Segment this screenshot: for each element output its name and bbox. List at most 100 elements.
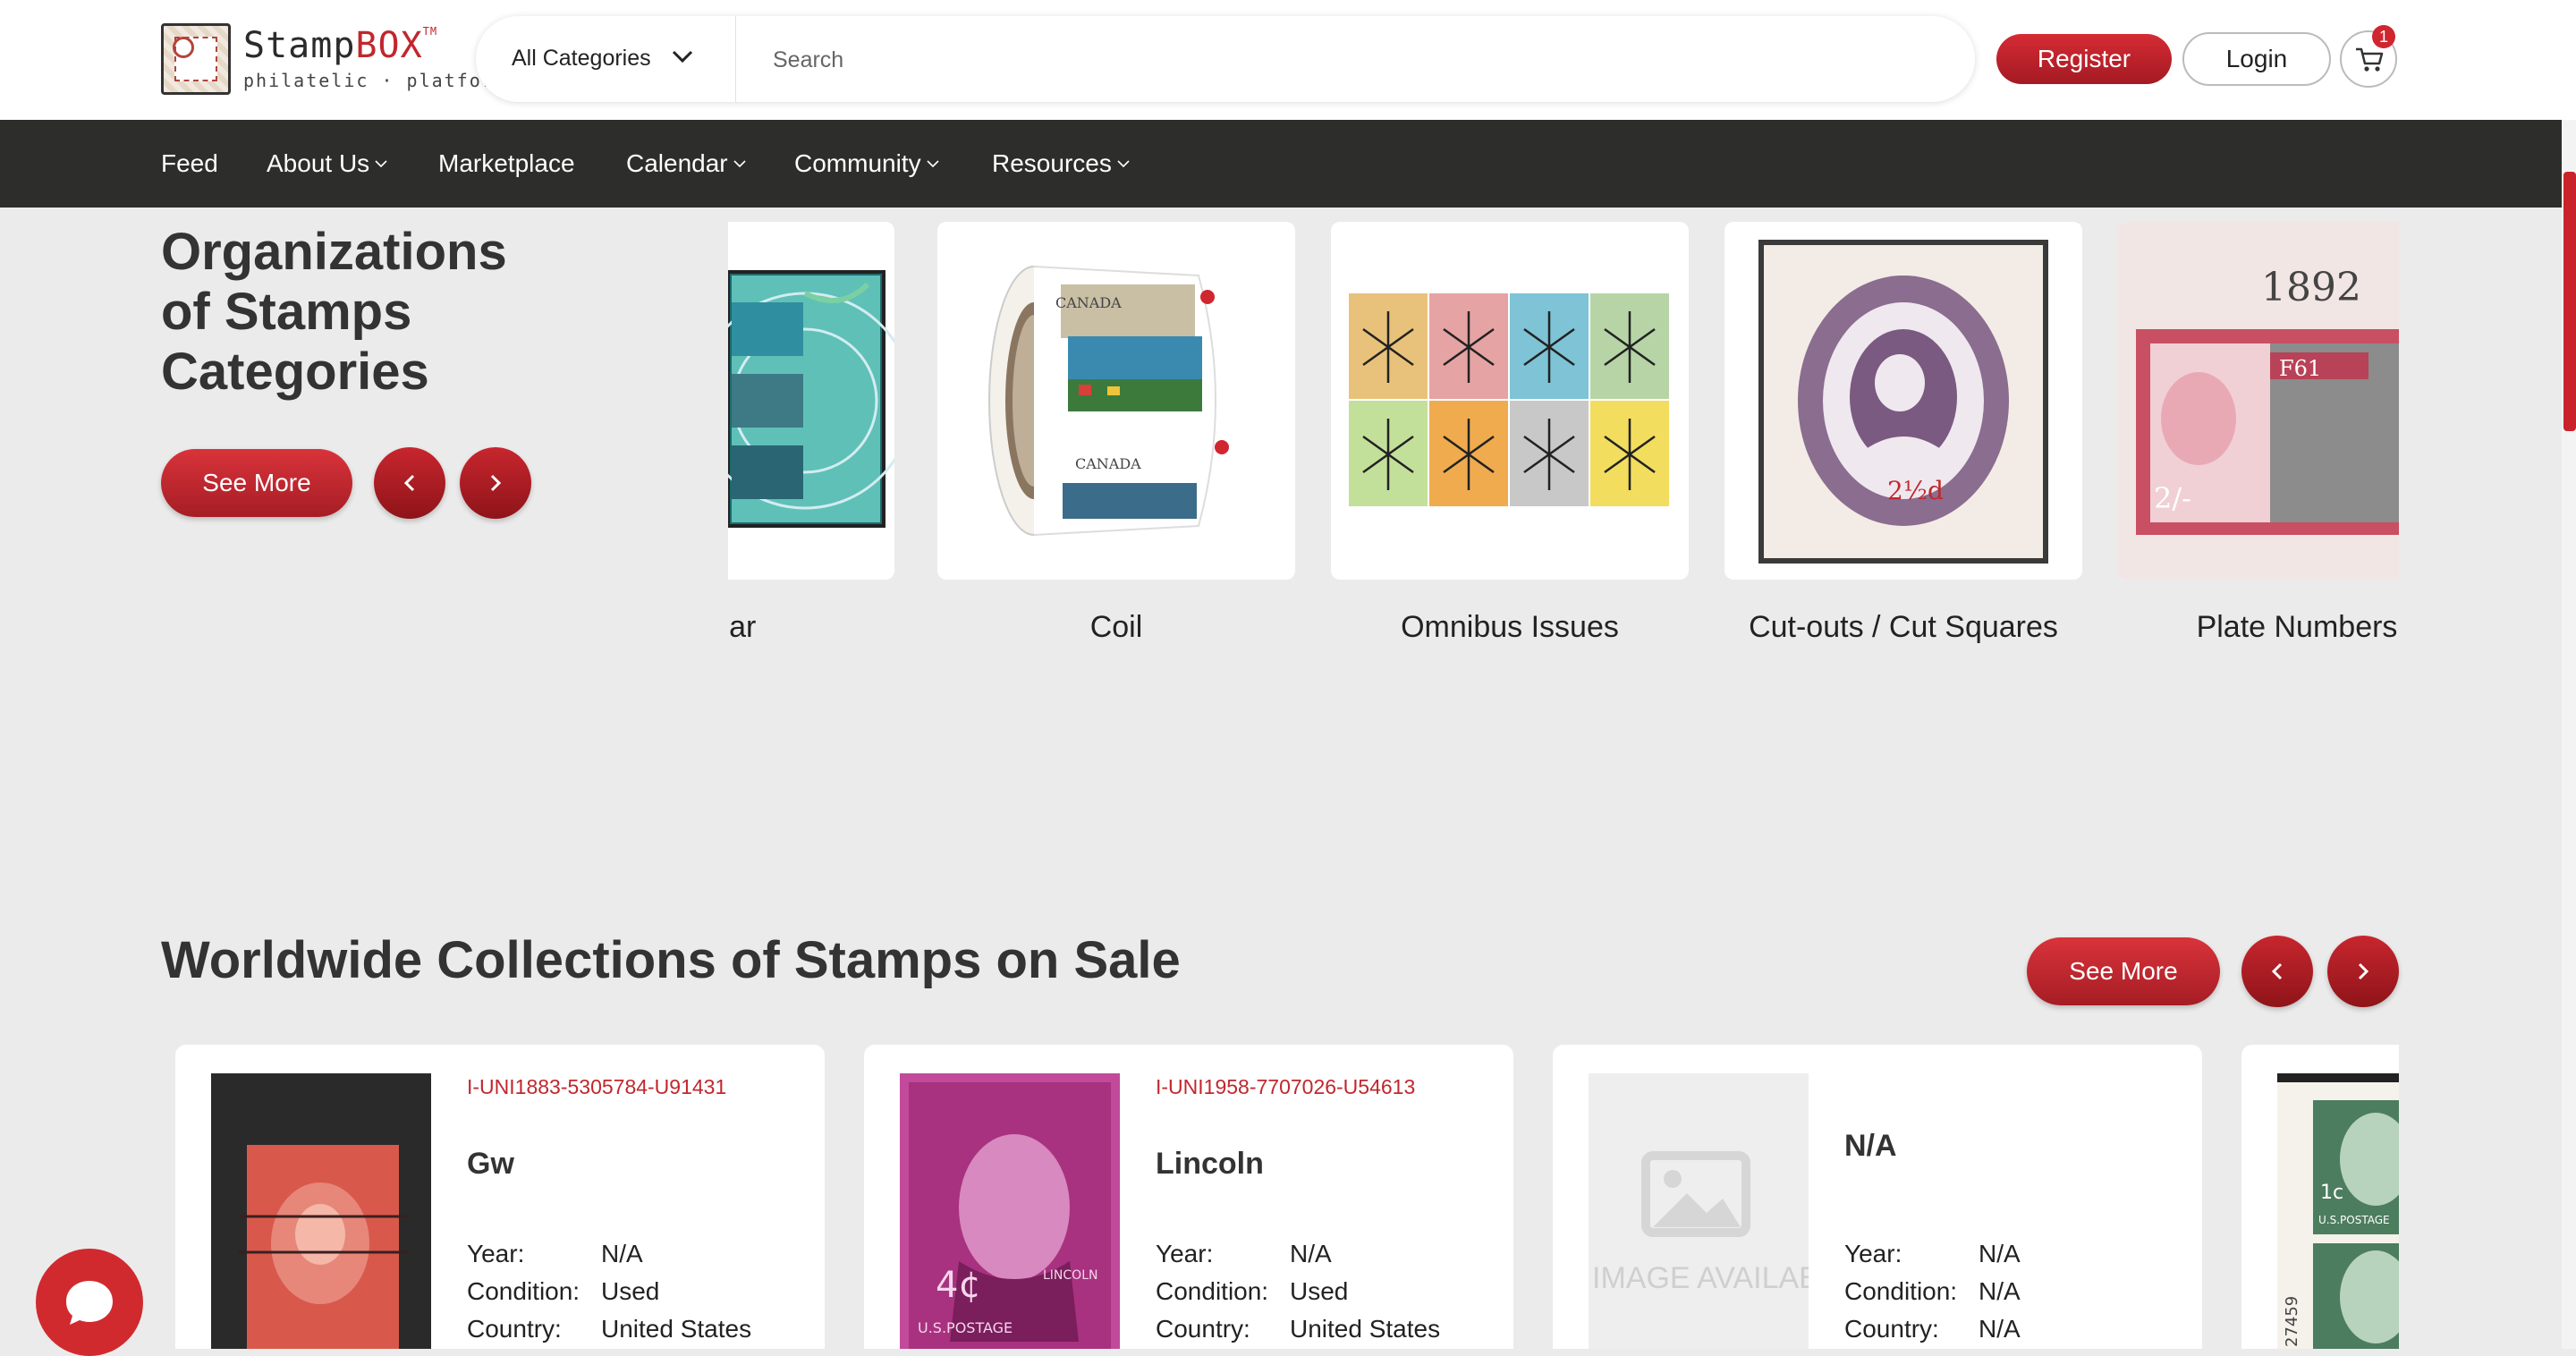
category-label-cut-outs: Cut-outs / Cut Squares: [1749, 610, 2058, 644]
chevron-left-icon: [2271, 962, 2283, 980]
condition-value: Used: [1290, 1277, 1349, 1305]
plate-number-stamp-image: 1892 F61 2/-: [2118, 222, 2399, 580]
stamp-bottom-text: U.S.POSTAGE: [2318, 1214, 2390, 1226]
product-image-placeholder: IMAGE AVAILABLE: [1589, 1073, 1809, 1349]
country-value: N/A: [1979, 1315, 2021, 1343]
nav-item-feed[interactable]: Feed: [161, 120, 218, 208]
chevron-down-icon: [733, 160, 746, 168]
logo-tagline: philatelic · platform: [243, 70, 507, 91]
condition-label: Condition:: [467, 1277, 580, 1305]
categories-next-button[interactable]: [460, 447, 531, 519]
lenticular-stamp-image: [728, 270, 894, 528]
search-bar: All Categories: [476, 16, 1975, 102]
nav-item-community[interactable]: Community: [794, 120, 939, 208]
coil-bottom-text: CANADA: [1075, 455, 1141, 472]
country-label: Country:: [1844, 1315, 1939, 1343]
categories-prev-button[interactable]: [374, 447, 445, 519]
category-card-plate-numbers[interactable]: 1892 F61 2/-: [2118, 222, 2399, 580]
chevron-right-icon: [2358, 962, 2369, 980]
category-label-plate-numbers: Plate Numbers: [2196, 610, 2398, 644]
category-select[interactable]: All Categories: [476, 16, 736, 102]
stamp-bottom-text: U.S.POSTAGE: [918, 1319, 1013, 1336]
product-image: 4¢ LINCOLN U.S.POSTAGE: [900, 1073, 1120, 1349]
category-card-coil[interactable]: CANADA CANADA: [937, 222, 1295, 580]
nav-item-about-us[interactable]: About Us: [267, 120, 387, 208]
plate-value-text: 2/-: [2154, 481, 2191, 515]
year-label: Year:: [1844, 1240, 1902, 1267]
year-value: N/A: [1979, 1240, 2021, 1267]
condition-value: Used: [601, 1277, 660, 1305]
product-name: Gw: [467, 1147, 514, 1181]
stamp-value-text: 1c: [2320, 1182, 2343, 1204]
year-value: N/A: [601, 1240, 643, 1267]
chat-bubble-icon: [66, 1281, 113, 1325]
coil-top-text: CANADA: [1055, 294, 1122, 311]
image-placeholder-text: IMAGE AVAILABLE: [1592, 1261, 1809, 1295]
year-label: Year:: [1156, 1240, 1214, 1267]
cart-count-badge: 1: [2372, 25, 2395, 48]
chevron-down-icon: [672, 50, 693, 64]
chevron-down-icon: [1117, 160, 1130, 168]
chevron-right-icon: [490, 474, 502, 492]
scrollbar-thumb[interactable]: [2563, 172, 2576, 431]
categories-see-more-button[interactable]: See More: [161, 449, 352, 517]
nav-item-calendar[interactable]: Calendar: [626, 120, 746, 208]
country-label: Country:: [1156, 1315, 1250, 1343]
stamp-logo-icon: [161, 23, 231, 95]
category-label-coil: Coil: [1089, 610, 1143, 644]
product-code: I-UNI1958-7707026-U54613: [1156, 1075, 1416, 1098]
product-card[interactable]: U.S.POSTAGE 1c 27459: [2241, 1045, 2399, 1349]
condition-label: Condition:: [1156, 1277, 1269, 1305]
register-button[interactable]: Register: [1996, 34, 2172, 84]
plate-number-text: 27459: [2283, 1296, 2301, 1347]
sale-next-button[interactable]: [2327, 936, 2399, 1007]
site-header: StampBOXTM philatelic · platform All Cat…: [0, 0, 2576, 120]
omnibus-stamps-image: [1349, 293, 1669, 506]
cart-icon: [2356, 47, 2384, 72]
sale-section-title: Worldwide Collections of Stamps on Sale: [161, 931, 1181, 989]
product-image: U.S.POSTAGE 1c 27459: [2277, 1073, 2399, 1349]
product-code: I-UNI1883-5305784-U91431: [467, 1075, 727, 1098]
cut-square-stamp-image: 2½d: [1758, 240, 2048, 564]
product-image: [211, 1073, 431, 1349]
logo-wordmark: StampBOXTM: [243, 25, 438, 66]
login-button[interactable]: Login: [2182, 32, 2331, 86]
sale-carousel: I-UNI1883-5305784-U91431 Gw Year: N/A Co…: [175, 1045, 2399, 1349]
stamp-name-text: LINCOLN: [1043, 1268, 1097, 1283]
stampbox-logo[interactable]: StampBOXTM philatelic · platform: [161, 23, 505, 97]
condition-label: Condition:: [1844, 1277, 1958, 1305]
plate-year-text: 1892: [2261, 265, 2361, 310]
plate-code-text: F61: [2279, 356, 2321, 381]
sale-prev-button[interactable]: [2241, 936, 2313, 1007]
condition-value: N/A: [1979, 1277, 2021, 1305]
product-card[interactable]: I-UNI1883-5305784-U91431 Gw Year: N/A Co…: [175, 1045, 825, 1349]
product-card[interactable]: 4¢ LINCOLN U.S.POSTAGE I-UNI1958-7707026…: [864, 1045, 1513, 1349]
product-card[interactable]: IMAGE AVAILABLE N/A Year: N/A Condition:…: [1553, 1045, 2202, 1349]
chat-button[interactable]: [36, 1249, 143, 1356]
coil-stamp-image: CANADA CANADA: [988, 266, 1229, 536]
image-placeholder-icon: [1641, 1151, 1750, 1237]
search-input[interactable]: [771, 34, 1919, 86]
nav-item-resources[interactable]: Resources: [992, 120, 1130, 208]
product-name: Lincoln: [1156, 1147, 1264, 1181]
product-name: N/A: [1844, 1129, 1897, 1163]
categories-section-title: Organizations of Stamps Categories: [161, 223, 507, 401]
main-nav: Feed About Us Marketplace Calendar Commu…: [0, 120, 2576, 208]
country-label: Country:: [467, 1315, 562, 1343]
stamp-value-text: 4¢: [936, 1265, 981, 1306]
nav-item-marketplace[interactable]: Marketplace: [438, 120, 575, 208]
categories-carousel: ticular CANADA CANADA Coil: [728, 222, 2399, 669]
category-label-omnibus-issues: Omnibus Issues: [1401, 610, 1619, 644]
category-card-lenticular[interactable]: [728, 222, 894, 580]
year-value: N/A: [1290, 1240, 1332, 1267]
envelope-value-text: 2½d: [1887, 476, 1944, 505]
category-card-omnibus-issues[interactable]: [1331, 222, 1689, 580]
country-value: United States: [601, 1315, 752, 1343]
sale-see-more-button[interactable]: See More: [2027, 937, 2220, 1005]
chevron-down-icon: [375, 160, 387, 168]
country-value: United States: [1290, 1315, 1441, 1343]
category-select-value: All Categories: [512, 46, 651, 71]
category-card-cut-outs[interactable]: 2½d: [1724, 222, 2082, 580]
chevron-down-icon: [927, 160, 939, 168]
year-label: Year:: [467, 1240, 525, 1267]
